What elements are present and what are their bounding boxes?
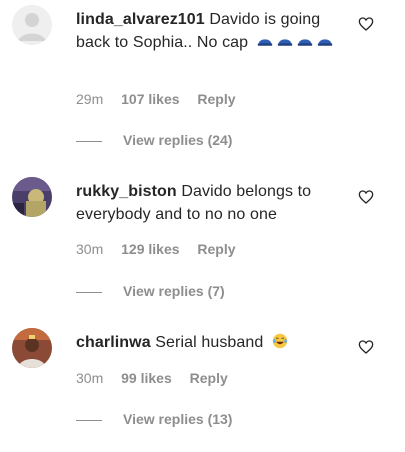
divider [76,140,102,142]
divider [76,291,102,293]
heart-icon[interactable] [358,16,374,32]
comment-text-block: charlinwa Serial husband [76,331,346,354]
likes-count[interactable]: 107 likes [121,91,179,107]
view-replies-button[interactable]: View replies (7) [76,283,225,299]
view-replies-button[interactable]: View replies (13) [76,411,232,427]
comment-username[interactable]: charlinwa [76,334,151,351]
heart-icon[interactable] [358,189,374,205]
likes-count[interactable]: 99 likes [121,370,172,386]
comment-text-block: linda_alvarez101 Davido is going back to… [76,8,346,54]
blue-helmet-emoji [253,34,333,51]
comment-meta: 29m 107 likes Reply [76,91,250,107]
divider [76,419,102,421]
avatar[interactable] [12,5,52,45]
comment-meta: 30m 99 likes Reply [76,370,242,386]
reply-button[interactable]: Reply [197,241,235,257]
comment-time[interactable]: 30m [76,241,103,257]
reply-button[interactable]: Reply [190,370,228,386]
comment-username[interactable]: linda_alvarez101 [76,11,205,28]
tears-of-joy-emoji [272,333,288,349]
blue-helmet-emoji [257,36,272,46]
blue-helmet-emoji [277,36,292,46]
comment-username[interactable]: rukky_biston [76,183,177,200]
comment-time[interactable]: 30m [76,370,103,386]
blue-helmet-emoji [317,36,332,46]
likes-count[interactable]: 129 likes [121,241,179,257]
blue-helmet-emoji [297,36,312,46]
avatar[interactable] [12,328,52,368]
view-replies-label: View replies (7) [123,283,225,299]
comment-text-block: rukky_biston Davido belongs to everybody… [76,180,346,226]
view-replies-button[interactable]: View replies (24) [76,132,232,148]
comment-meta: 30m 129 likes Reply [76,241,250,257]
view-replies-label: View replies (24) [123,132,233,148]
view-replies-label: View replies (13) [123,411,233,427]
heart-icon[interactable] [358,339,374,355]
reply-button[interactable]: Reply [197,91,235,107]
comment-time[interactable]: 29m [76,91,103,107]
comment-text: Serial husband [155,334,264,351]
avatar[interactable] [12,177,52,217]
